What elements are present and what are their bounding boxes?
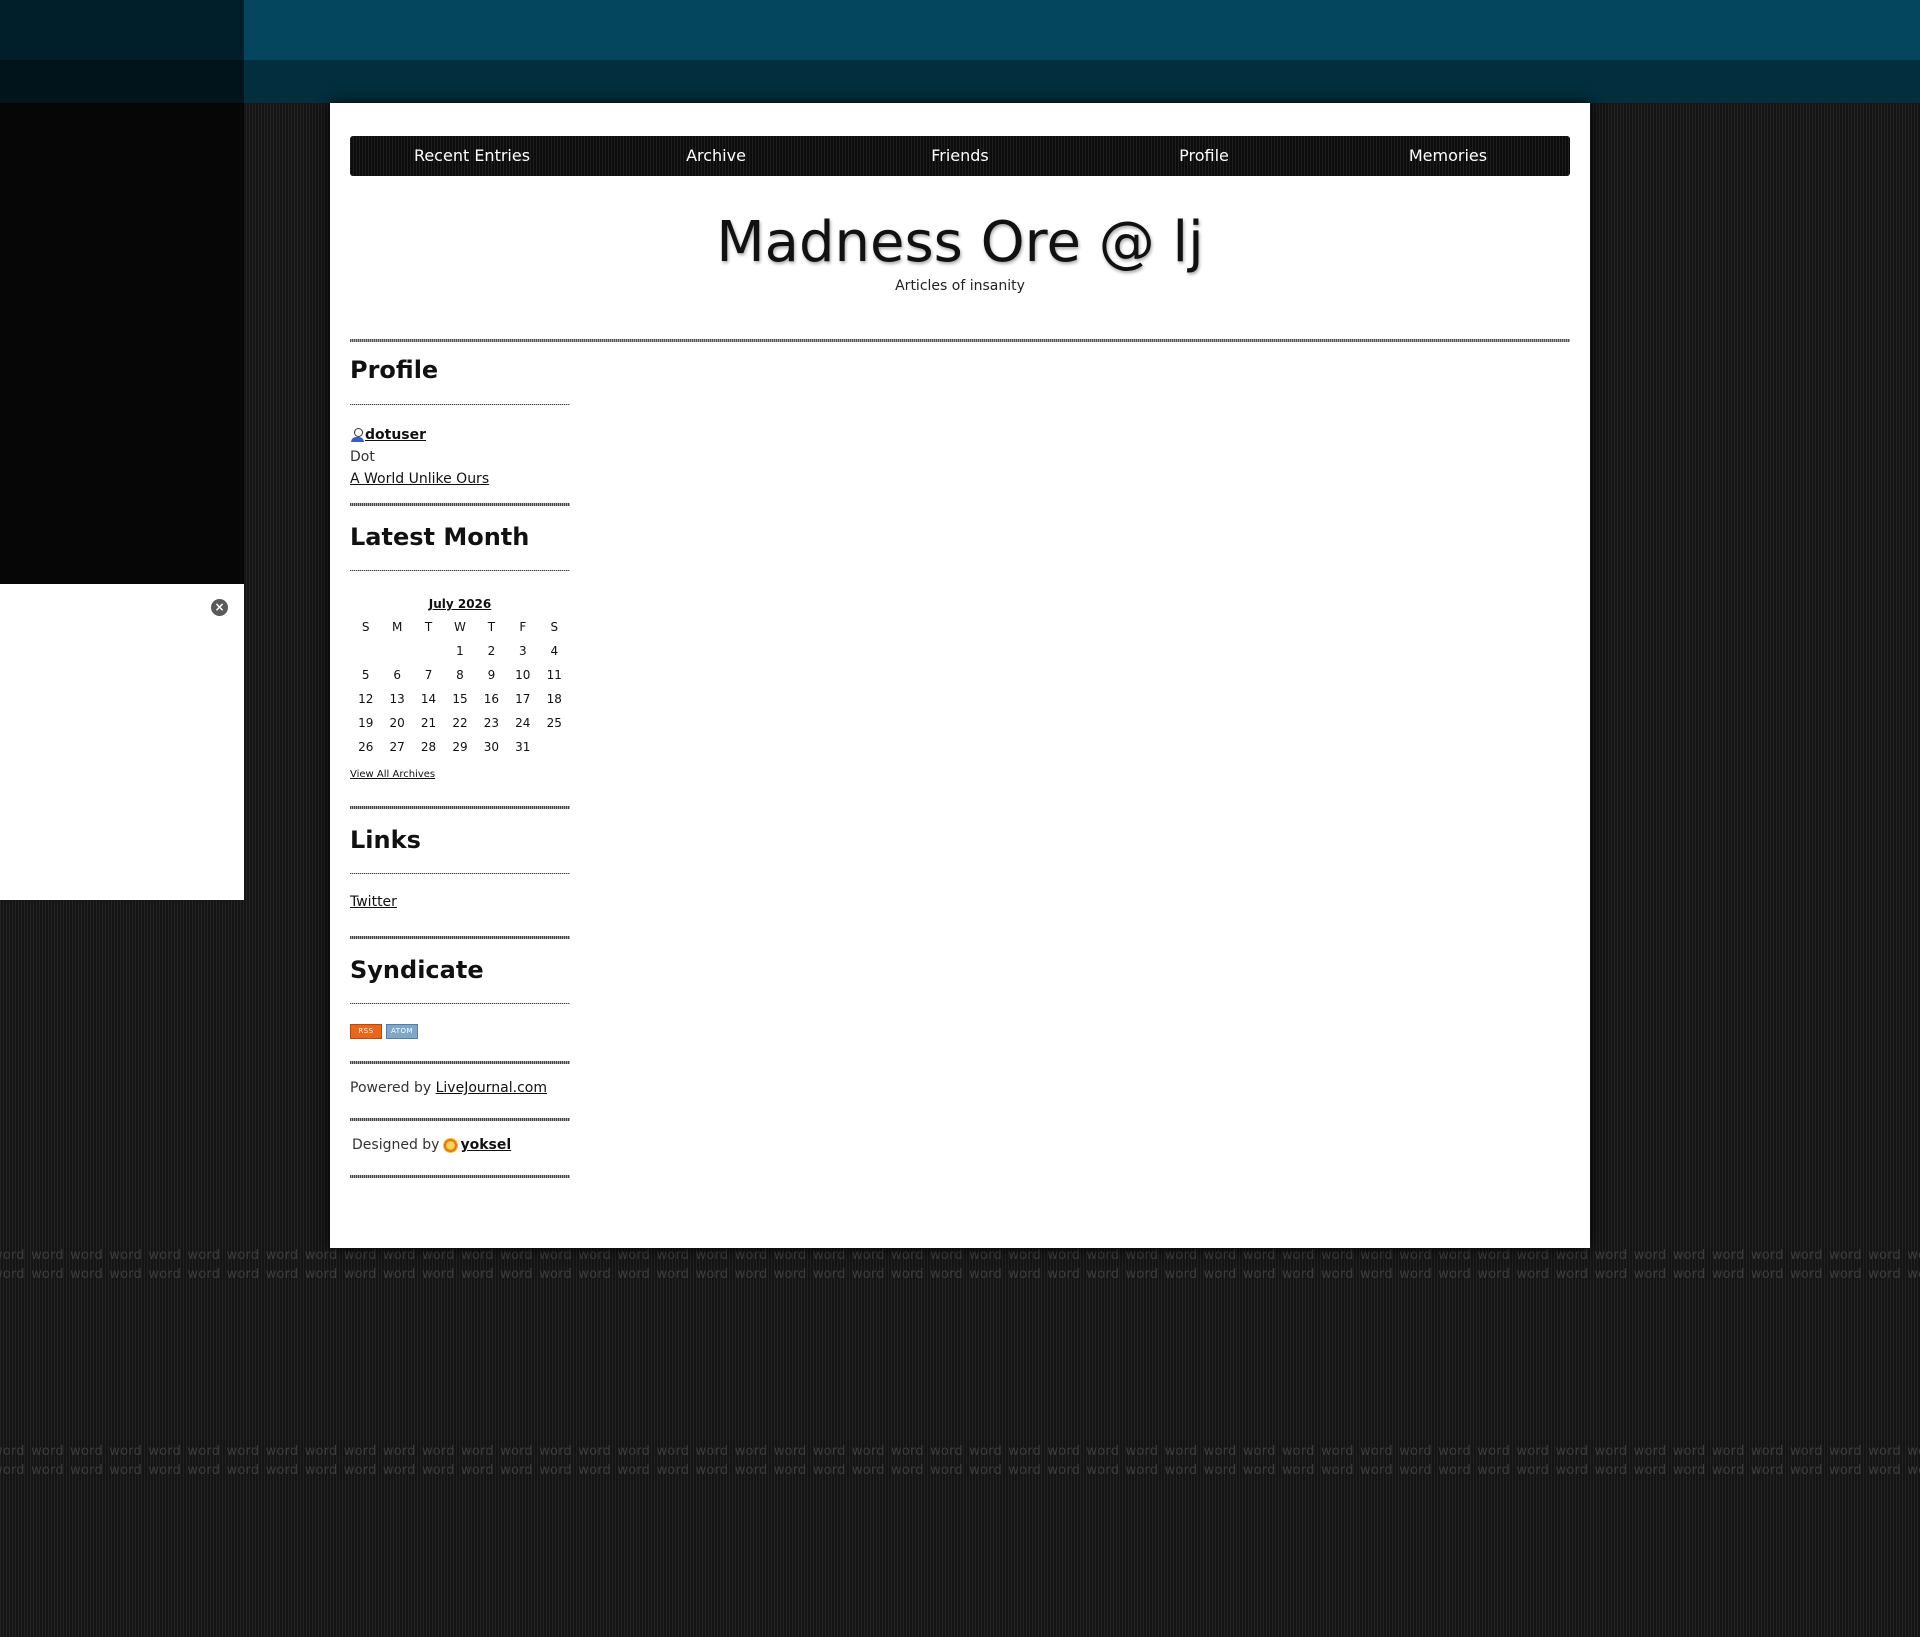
profile-module: Profile dotuser Dot A World Unlike Ours: [350, 353, 570, 506]
livejournal-link[interactable]: LiveJournal.com: [436, 1080, 547, 1096]
left-ad-panel: [0, 584, 244, 900]
profile-user: dotuser: [350, 427, 570, 443]
sidebar: Profile dotuser Dot A World Unlike Ours …: [350, 353, 570, 1178]
calendar-day: 13: [389, 692, 405, 706]
journal-page: Recent Entries Archive Friends Profile M…: [330, 103, 1590, 1248]
journal-title[interactable]: Madness Ore @ lj: [330, 204, 1590, 282]
weekday-label: T: [424, 620, 433, 634]
link-twitter[interactable]: Twitter: [350, 894, 397, 910]
month-calendar: July 2026 S M T W T F S 1 2 3 4 5 6 7 8 …: [350, 593, 570, 759]
left-ad-panel-dark: [0, 103, 244, 584]
calendar-day: 22: [452, 716, 468, 730]
calendar-day: 23: [483, 716, 500, 730]
calendar-week: 12 13 14 15 16 17 18: [350, 687, 570, 711]
calendar-day: [381, 639, 412, 663]
calendar-weekdays: S M T W T F S: [350, 615, 570, 639]
designer-link[interactable]: yoksel: [460, 1137, 511, 1153]
calendar-day: 31: [515, 740, 531, 754]
calendar-day: 17: [515, 692, 531, 706]
calendar-day: 7: [424, 668, 433, 682]
calendar-day: 14: [420, 692, 437, 706]
links-module: Links Twitter: [350, 809, 570, 939]
weekday-label: M: [391, 620, 403, 634]
calendar-day: 3: [519, 644, 527, 658]
nav-profile[interactable]: Profile: [1082, 136, 1326, 176]
watermark-line: word word word word word word word word …: [0, 1463, 1920, 1478]
top-banner-lower: [0, 60, 1920, 103]
watermark-line: word word word word word word word word …: [0, 1444, 1920, 1459]
nav-memories[interactable]: Memories: [1326, 136, 1570, 176]
calendar-day: 10: [515, 668, 531, 682]
watermark-strip: word word word word word word word word …: [0, 1246, 1920, 1286]
links-heading: Links: [350, 826, 421, 854]
syndicate-module: Syndicate RSS ATOM: [350, 939, 570, 1064]
watermark-line: word word word word word word word word …: [0, 1267, 1920, 1282]
latest-month-heading: Latest Month: [350, 523, 530, 551]
calendar-day: 26: [358, 740, 374, 754]
view-all-archives-link[interactable]: View All Archives: [350, 769, 435, 780]
calendar-day: 24: [515, 716, 531, 730]
profile-journal-link[interactable]: A World Unlike Ours: [350, 471, 489, 487]
calendar-day: 2: [487, 644, 496, 658]
profile-username-link[interactable]: dotuser: [365, 427, 426, 443]
calendar-month-link[interactable]: July 2026: [429, 597, 492, 611]
calendar-day: 19: [358, 716, 374, 730]
user-icon[interactable]: [350, 427, 365, 443]
calendar-day: 8: [456, 668, 464, 682]
weekday-label: F: [519, 620, 527, 634]
calendar-week: 5 6 7 8 9 10 11: [350, 663, 570, 687]
watermark-strip: word word word word word word word word …: [0, 1442, 1920, 1482]
watermark-line: word word word word word word word word …: [0, 1248, 1920, 1263]
designed-by-module: Designed by yoksel: [350, 1121, 570, 1178]
calendar-week: 26 27 28 29 30 31: [350, 735, 570, 759]
designed-by-label: Designed by: [352, 1137, 440, 1153]
calendar-week: 19 20 21 22 23 24 25: [350, 711, 570, 735]
calendar-day: 1: [456, 644, 464, 658]
feed-badges: RSS ATOM: [350, 1024, 570, 1039]
rss-badge[interactable]: RSS: [350, 1024, 382, 1039]
calendar-week: 1 2 3 4: [350, 639, 570, 663]
calendar-day: 30: [483, 740, 500, 754]
calendar-day: [350, 639, 381, 663]
calendar-day: 12: [358, 692, 374, 706]
top-navigation: Recent Entries Archive Friends Profile M…: [350, 136, 1570, 176]
journal-subtitle: Articles of insanity: [895, 278, 1025, 294]
nav-friends[interactable]: Friends: [838, 136, 1082, 176]
profile-heading: Profile: [350, 356, 439, 384]
calendar-day: 28: [420, 740, 437, 754]
calendar-day: 4: [550, 644, 559, 658]
yoksel-userpic-icon[interactable]: [443, 1137, 459, 1153]
weekday-label: T: [487, 620, 496, 634]
calendar-day: 29: [452, 740, 468, 754]
nav-archive[interactable]: Archive: [594, 136, 838, 176]
top-left-overlay: [0, 0, 244, 103]
calendar-day: 18: [546, 692, 562, 706]
calendar-day: 5: [361, 668, 370, 682]
calendar-day: 9: [487, 668, 496, 682]
weekday-label: W: [454, 620, 466, 634]
calendar-table: S M T W T F S 1 2 3 4 5 6 7 8 9 10 11 12…: [350, 615, 570, 759]
calendar-day: 11: [546, 668, 562, 682]
divider: [350, 1175, 570, 1178]
powered-by-module: Powered by LiveJournal.com: [350, 1064, 570, 1121]
calendar-day: 27: [389, 740, 405, 754]
calendar-day: 21: [420, 716, 437, 730]
calendar-day: 16: [483, 692, 500, 706]
atom-badge[interactable]: ATOM: [386, 1024, 418, 1039]
nav-recent-entries[interactable]: Recent Entries: [350, 136, 594, 176]
calendar-day: 6: [393, 668, 401, 682]
syndicate-heading: Syndicate: [350, 956, 484, 984]
weekday-label: S: [361, 620, 370, 634]
profile-name: Dot: [350, 449, 375, 465]
calendar-day: [539, 735, 570, 759]
powered-by-label: Powered by: [350, 1080, 432, 1096]
close-icon[interactable]: ×: [211, 599, 228, 616]
calendar-day: 15: [452, 692, 468, 706]
calendar-day: 25: [546, 716, 562, 730]
header-divider: [350, 339, 1570, 342]
calendar-day: 20: [389, 716, 405, 730]
weekday-label: S: [550, 620, 559, 634]
calendar-day: [413, 639, 444, 663]
latest-month-module: Latest Month July 2026 S M T W T F S 1 2…: [350, 506, 570, 809]
